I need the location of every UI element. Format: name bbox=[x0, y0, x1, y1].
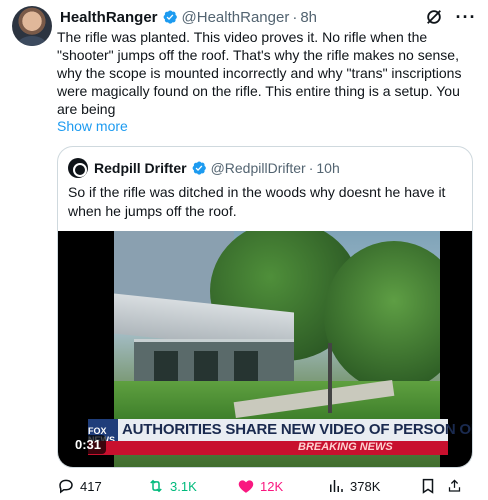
share-icon bbox=[448, 479, 461, 492]
quoted-post[interactable]: Redpill Drifter @RedpillDrifter · 10h So… bbox=[57, 146, 473, 468]
scene-window bbox=[154, 351, 178, 385]
share-button[interactable] bbox=[447, 477, 467, 495]
separator-dot: · bbox=[292, 8, 298, 26]
views-count: 378K bbox=[350, 478, 381, 494]
verified-badge-icon bbox=[192, 161, 206, 175]
views-icon bbox=[330, 480, 343, 492]
post-text: The rifle was planted. This video proves… bbox=[57, 29, 462, 117]
post-header: HealthRanger @HealthRanger · 8h ··· bbox=[60, 7, 476, 27]
breaking-news-text: BREAKING NEWS bbox=[298, 441, 393, 453]
reply-button[interactable]: 417 bbox=[57, 477, 147, 495]
quoted-author-avatar[interactable] bbox=[68, 158, 88, 178]
video-duration: 0:31 bbox=[70, 435, 107, 454]
video-player[interactable]: FOX NEWS AUTHORITIES SHARE NEW VIDEO OF … bbox=[58, 231, 472, 467]
repost-icon bbox=[150, 479, 162, 493]
more-icon[interactable]: ··· bbox=[456, 7, 476, 27]
heart-icon bbox=[238, 480, 254, 493]
repost-button[interactable]: 3.1K bbox=[147, 477, 237, 495]
repost-count: 3.1K bbox=[170, 478, 197, 494]
news-chyron: FOX NEWS AUTHORITIES SHARE NEW VIDEO OF … bbox=[88, 419, 472, 453]
scene-window bbox=[194, 351, 218, 385]
quoted-post-text: So if the rifle was ditched in the woods… bbox=[68, 184, 446, 219]
bookmark-button[interactable] bbox=[419, 477, 447, 495]
author-handle[interactable]: @HealthRanger bbox=[182, 9, 290, 26]
quoted-post-time[interactable]: 10h bbox=[316, 160, 339, 176]
like-count: 12K bbox=[260, 478, 284, 494]
bookmark-icon bbox=[422, 478, 434, 494]
separator-dot: · bbox=[308, 160, 314, 176]
avatar-shirt bbox=[18, 36, 46, 46]
scene-window bbox=[234, 351, 258, 385]
reply-count: 417 bbox=[80, 478, 102, 494]
quoted-author-name[interactable]: Redpill Drifter bbox=[94, 160, 187, 176]
author-avatar[interactable] bbox=[12, 6, 52, 46]
reply-icon bbox=[59, 479, 73, 494]
chyron-text: AUTHORITIES SHARE NEW VIDEO OF PERSON OF bbox=[122, 421, 473, 438]
post-time[interactable]: 8h bbox=[300, 9, 317, 26]
views-button[interactable]: 378K bbox=[327, 477, 419, 495]
grok-icon[interactable] bbox=[424, 7, 444, 27]
action-bar: 417 3.1K 12K 378K bbox=[57, 476, 477, 496]
show-more-link[interactable]: Show more bbox=[57, 118, 128, 134]
breaking-news-bar: BREAKING NEWS bbox=[88, 441, 448, 455]
verified-badge-icon bbox=[163, 10, 177, 24]
scene-pole bbox=[328, 343, 332, 413]
like-button[interactable]: 12K bbox=[237, 477, 327, 495]
quoted-post-header: Redpill Drifter @RedpillDrifter · 10h bbox=[68, 158, 340, 178]
author-name[interactable]: HealthRanger bbox=[60, 9, 158, 26]
quoted-author-handle[interactable]: @RedpillDrifter bbox=[211, 160, 306, 176]
